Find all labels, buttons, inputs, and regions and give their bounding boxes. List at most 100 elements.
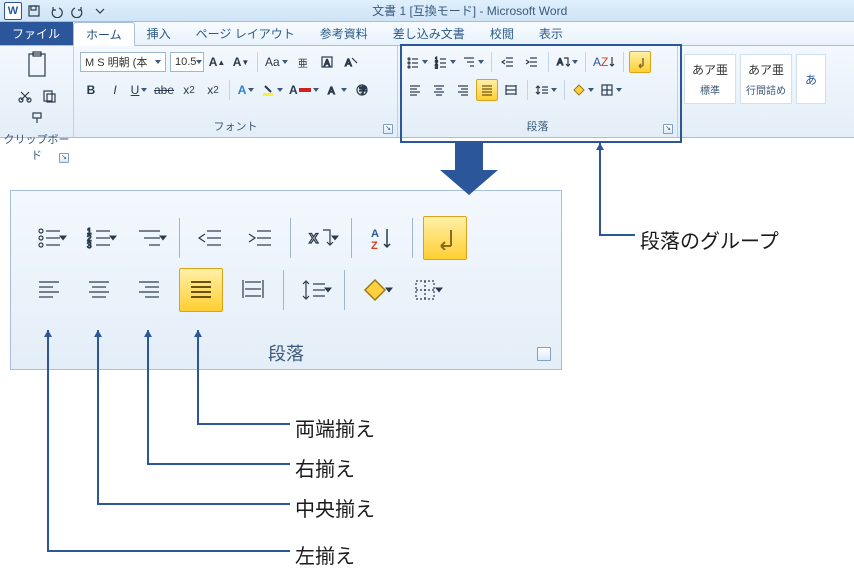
align-center-icon[interactable] [428,79,450,101]
format-painter-icon[interactable] [26,107,48,129]
big-show-marks-icon[interactable] [423,216,467,260]
undo-icon[interactable] [46,2,66,20]
bold-button[interactable]: B [80,79,102,101]
svg-text:A: A [328,86,335,97]
bullets-icon[interactable] [404,51,430,73]
annotation-center: 中央揃え [295,493,375,522]
big-shading-icon[interactable] [355,270,395,310]
clear-format-icon[interactable]: A [340,51,362,73]
group-styles: あア亜 標準 あア亜 行間詰め あ [678,46,854,137]
paragraph-launcher-icon[interactable]: ↘ [663,124,673,134]
show-marks-icon[interactable] [629,51,651,73]
quick-access-toolbar: W [0,2,110,20]
big-group-label: 段落 [11,337,561,369]
shrink-font-icon[interactable]: A▼ [230,51,252,73]
big-decrease-indent-icon[interactable] [190,218,230,258]
big-multilevel-icon[interactable] [129,218,169,258]
superscript-icon[interactable]: x2 [202,79,224,101]
svg-text:A: A [345,58,352,69]
char-shading-icon[interactable]: A [323,79,349,101]
tab-references[interactable]: 参考資料 [308,22,381,45]
tab-file[interactable]: ファイル [0,22,73,45]
svg-text:A: A [371,228,379,240]
highlight-icon[interactable] [259,79,285,101]
char-border-icon[interactable]: A [316,51,338,73]
big-increase-indent-icon[interactable] [240,218,280,258]
group-label-clipboard: 貼り付け クリップボード ↘ [0,129,73,166]
tab-home[interactable]: ホーム [73,22,135,46]
shading-icon[interactable] [570,79,596,101]
ribbon: 貼り付け クリップボード ↘ M S 明朝 (本 10.5 A▲ A▼ Aa 亜… [0,46,854,138]
tab-insert[interactable]: 挿入 [135,22,184,45]
font-launcher-icon[interactable]: ↘ [383,124,393,134]
paste-button[interactable] [19,50,55,83]
svg-text:Z: Z [371,240,378,251]
style-nospacing[interactable]: あア亜 行間詰め [740,54,792,104]
cut-icon[interactable] [14,85,36,107]
sort-icon[interactable]: AZ [591,51,618,73]
tab-page-layout[interactable]: ページ レイアウト [184,22,308,45]
svg-text:3: 3 [435,65,438,69]
big-align-right-icon[interactable] [129,270,169,310]
qat-customize-icon[interactable] [90,2,110,20]
enclose-char-icon[interactable]: 字 [351,79,373,101]
svg-text:X: X [309,230,319,246]
big-bullets-icon[interactable] [29,218,69,258]
big-text-direction-icon[interactable]: X [301,218,341,258]
align-left-icon[interactable] [404,79,426,101]
copy-icon[interactable] [38,85,60,107]
big-sort-icon[interactable]: AZ [362,218,402,258]
group-clipboard: 貼り付け クリップボード ↘ [0,46,74,137]
big-align-left-icon[interactable] [29,270,69,310]
enlarged-paragraph-panel: 123 X AZ 段落 [10,190,562,370]
font-size-combo[interactable]: 10.5 [170,52,204,72]
italic-button[interactable]: I [104,79,126,101]
big-numbering-icon[interactable]: 123 [79,218,119,258]
text-effects-icon[interactable]: A [235,79,257,101]
increase-indent-icon[interactable] [521,51,543,73]
align-justify-icon[interactable] [476,79,498,101]
phonetic-guide-icon[interactable]: 亜 [292,51,314,73]
big-align-center-icon[interactable] [79,270,119,310]
style-normal[interactable]: あア亜 標準 [684,54,736,104]
word-app-icon[interactable]: W [4,2,22,20]
big-launcher-icon[interactable] [537,347,551,361]
align-distribute-icon[interactable] [500,79,522,101]
tab-view[interactable]: 表示 [527,22,576,45]
grow-font-icon[interactable]: A▲ [206,51,228,73]
svg-text:A: A [557,57,563,67]
text-direction-icon[interactable]: A [554,51,580,73]
svg-text:A: A [324,58,330,68]
big-align-distribute-icon[interactable] [233,270,273,310]
clipboard-launcher-icon[interactable]: ↘ [59,153,69,163]
group-label-font: フォント ↘ [74,116,397,137]
ribbon-tabs: ファイル ホーム 挿入 ページ レイアウト 参考資料 差し込み文書 校閲 表示 [0,22,854,46]
big-align-justify-icon[interactable] [179,268,223,312]
svg-text:字: 字 [359,85,367,95]
font-name-combo[interactable]: M S 明朝 (本 [80,52,166,72]
group-label-paragraph: 段落 ↘ [398,116,677,137]
annotation-right: 右揃え [295,453,355,482]
change-case-icon[interactable]: Aa [263,51,290,73]
group-paragraph: 123 A AZ [398,46,678,137]
tab-review[interactable]: 校閲 [478,22,527,45]
subscript-icon[interactable]: x2 [178,79,200,101]
big-line-spacing-icon[interactable] [294,270,334,310]
borders-icon[interactable] [598,79,624,101]
style-more[interactable]: あ [796,54,826,104]
decrease-indent-icon[interactable] [497,51,519,73]
font-color-icon[interactable]: A [287,79,321,101]
big-borders-icon[interactable] [405,270,445,310]
align-right-icon[interactable] [452,79,474,101]
numbering-icon[interactable]: 123 [432,51,458,73]
strikethrough-icon[interactable]: abe [152,79,176,101]
group-label-styles [678,120,854,137]
tab-mailings[interactable]: 差し込み文書 [381,22,478,45]
titlebar: W 文書 1 [互換モード] - Microsoft Word [0,0,854,22]
window-title: 文書 1 [互換モード] - Microsoft Word [372,2,567,19]
save-icon[interactable] [24,2,44,20]
redo-icon[interactable] [68,2,88,20]
multilevel-list-icon[interactable] [460,51,486,73]
line-spacing-icon[interactable] [533,79,559,101]
underline-button[interactable]: U [128,79,150,101]
